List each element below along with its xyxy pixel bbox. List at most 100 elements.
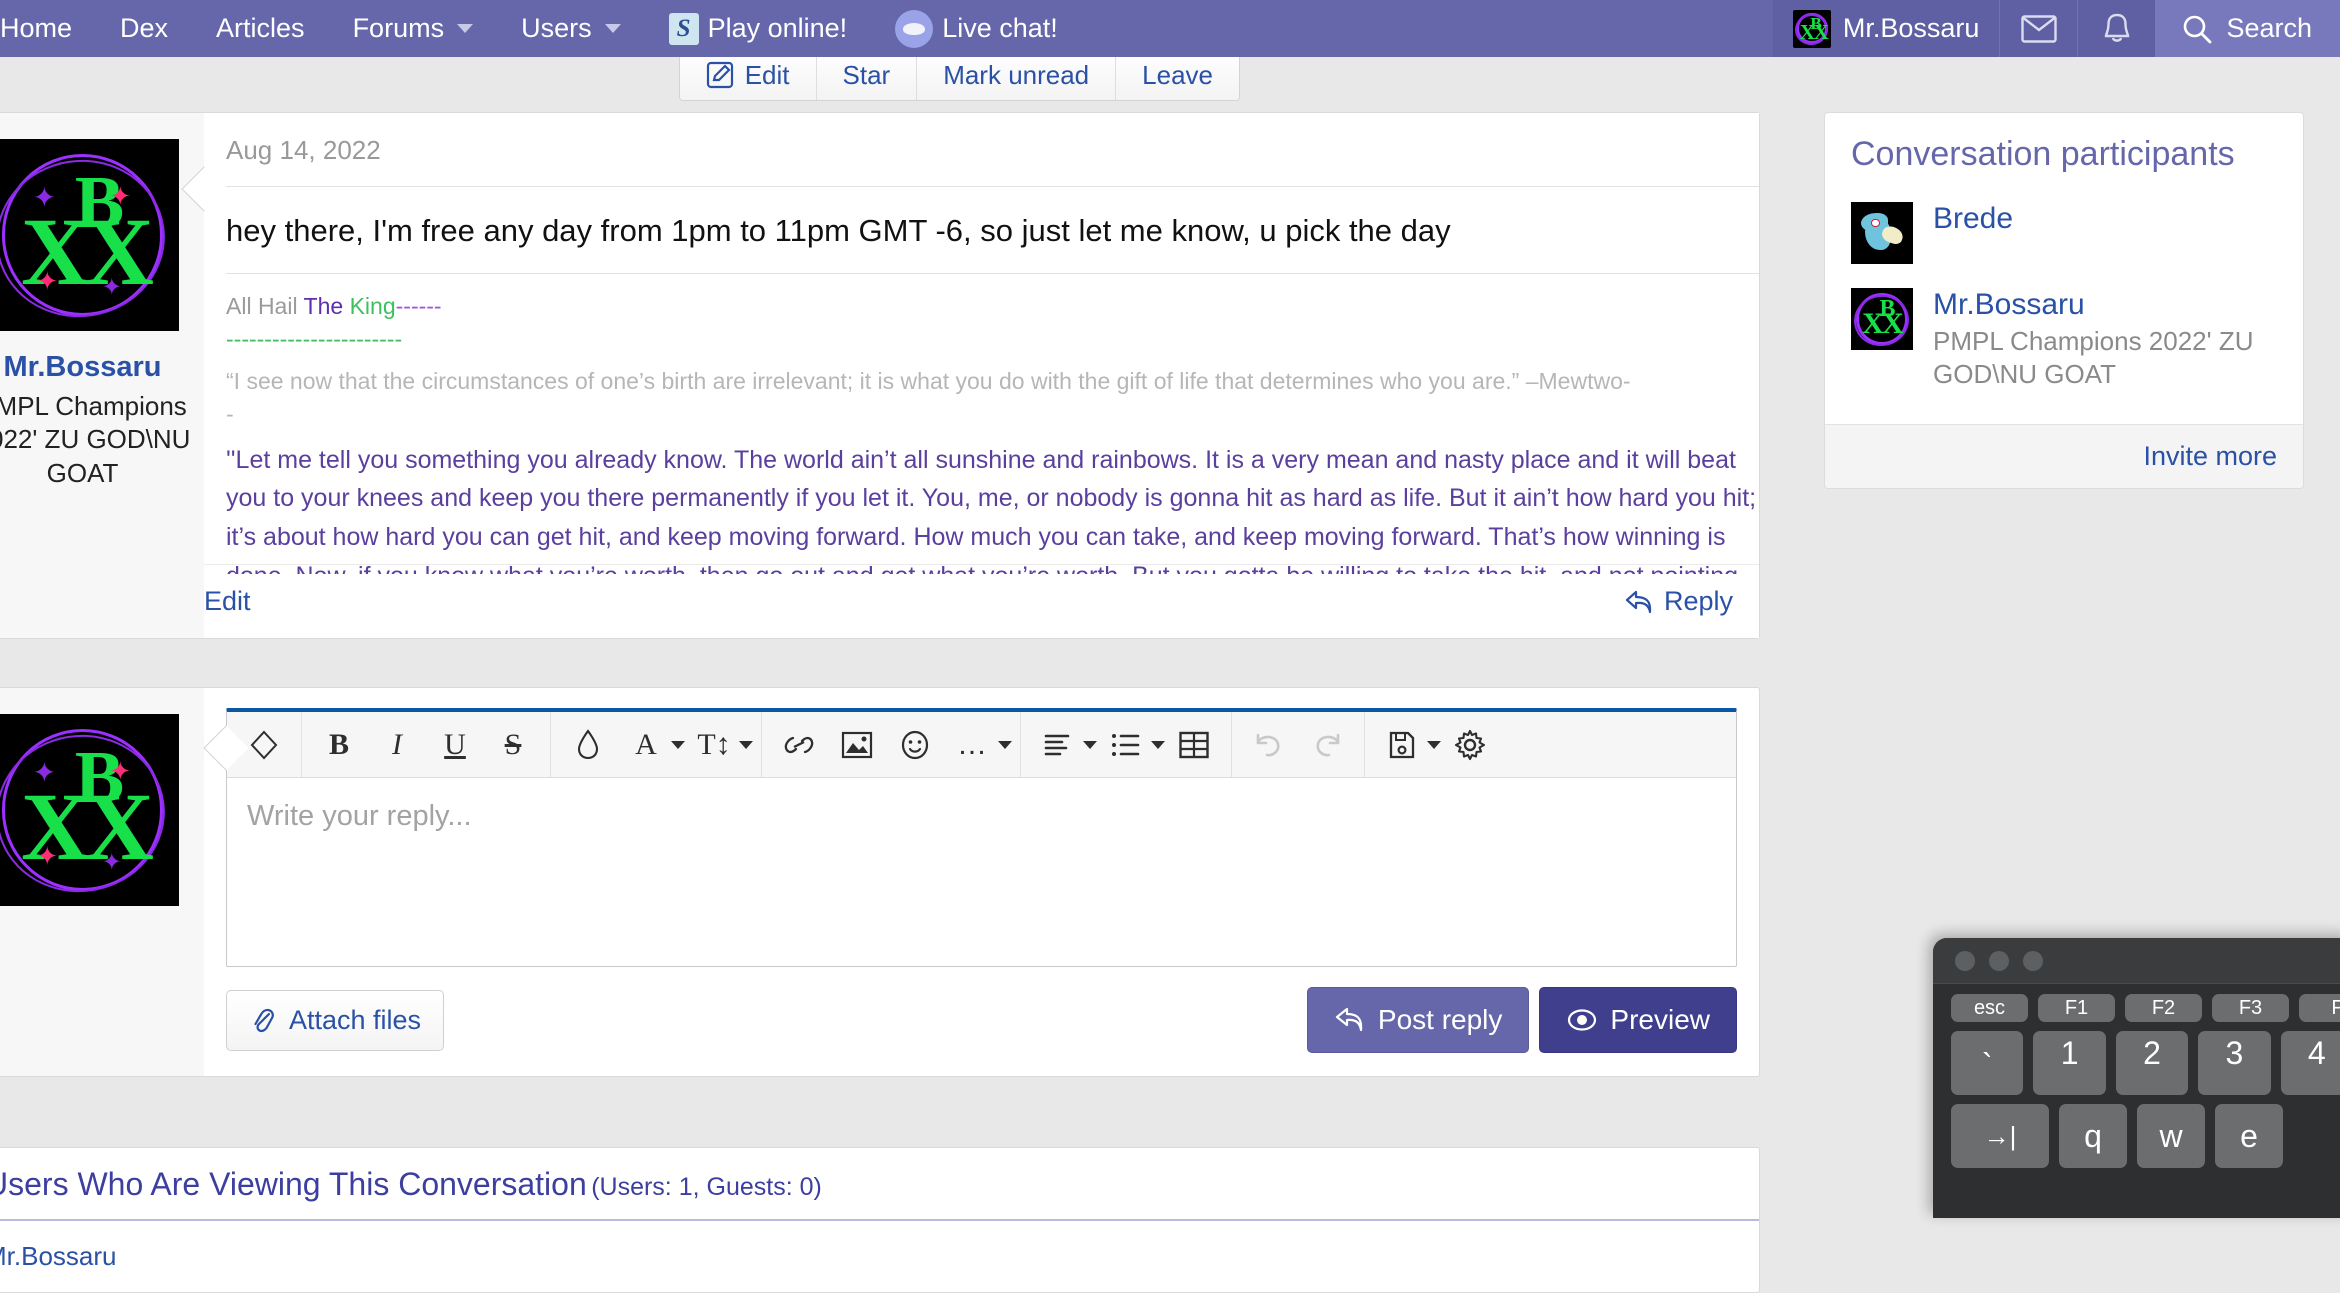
users-viewing-user[interactable]: Mr.Bossaru <box>0 1241 117 1271</box>
key-tab[interactable]: →| <box>1951 1104 2049 1168</box>
eye-icon <box>1568 1009 1597 1031</box>
keyboard-rows: esc F1 F2 F3 F ` 1 2 3 4 →| q w e <box>1933 984 2340 1168</box>
key-2[interactable]: 2 <box>2115 1031 2189 1095</box>
users-viewing-title[interactable]: Users Who Are Viewing This Conversation <box>0 1166 587 1202</box>
conversation-star-button[interactable]: Star <box>816 50 918 100</box>
post-reply-button[interactable]: Post reply <box>1306 987 1530 1053</box>
font-size-icon[interactable]: T↕ <box>685 716 743 774</box>
inbox-button[interactable] <box>1999 0 2078 57</box>
participant-name[interactable]: Mr.Bossaru <box>1933 288 2277 322</box>
search-icon <box>2184 15 2212 43</box>
undo-icon[interactable] <box>1240 716 1298 774</box>
key-f4[interactable]: F <box>2299 994 2340 1022</box>
redo-icon[interactable] <box>1298 716 1356 774</box>
participant-name[interactable]: Brede <box>1933 202 2013 236</box>
window-minimize-button[interactable] <box>1989 950 2009 971</box>
attach-label: Attach files <box>289 1004 422 1035</box>
edit-pencil-icon <box>706 61 733 89</box>
participants-title: Conversation participants <box>1851 135 2235 173</box>
bullet-list-shape <box>1112 733 1140 756</box>
gear-shape <box>1454 729 1486 760</box>
window-maximize-button[interactable] <box>2023 950 2043 971</box>
message-edit-link[interactable]: Edit <box>204 586 251 617</box>
gear-icon[interactable] <box>1441 716 1499 774</box>
key-esc[interactable]: esc <box>1951 994 2028 1022</box>
conversation-leave-button[interactable]: Leave <box>1116 50 1239 100</box>
nav-item-home[interactable]: Home <box>0 0 96 57</box>
search-button[interactable]: Search <box>2155 0 2340 57</box>
strikethrough-icon[interactable]: S <box>484 716 542 774</box>
insert-emoji-icon[interactable] <box>886 716 944 774</box>
underline-icon[interactable]: U <box>426 716 484 774</box>
sidebar-column: Conversation participants Brede B XX Mr.… <box>1824 57 2304 489</box>
reply-input[interactable]: Write your reply... <box>227 778 1736 966</box>
nav-item-forums[interactable]: Forums <box>329 0 498 57</box>
message-date[interactable]: Aug 14, 2022 <box>226 113 1759 186</box>
bold-icon[interactable]: B <box>310 716 368 774</box>
key-3[interactable]: 3 <box>2198 1031 2271 1095</box>
key-f3[interactable]: F3 <box>2212 994 2289 1022</box>
users-viewing-list: Mr.Bossaru <box>0 1221 1759 1292</box>
picture-shape <box>841 731 873 758</box>
nav-item-play-online[interactable]: S Play online! <box>645 0 872 57</box>
undo-arrow-shape <box>1256 733 1280 756</box>
italic-icon[interactable]: I <box>368 716 426 774</box>
avatar[interactable]: B XX ✦ ✦ ✦ ✦ <box>0 139 179 331</box>
message-reply-link[interactable]: Reply <box>1624 586 1733 617</box>
key-1[interactable]: 1 <box>2033 1031 2106 1095</box>
users-viewing-header: Users Who Are Viewing This Conversation … <box>0 1148 1759 1221</box>
preview-button[interactable]: Preview <box>1539 987 1737 1053</box>
draft-icon[interactable] <box>1373 716 1431 774</box>
remove-formatting-icon[interactable] <box>235 716 293 774</box>
insert-table-icon[interactable] <box>1165 716 1223 774</box>
nav-item-articles[interactable]: Articles <box>192 0 329 57</box>
invite-more-link[interactable]: Invite more <box>2143 441 2277 471</box>
button-label: Leave <box>1142 59 1213 90</box>
key-q[interactable]: q <box>2059 1104 2127 1168</box>
reply-editor-card: B XX ✦ ✦ ✦ ✦ B I U S A T↕ … Write your r… <box>0 687 1760 1077</box>
toolbar-group-inline: B I U S <box>302 712 551 777</box>
participant-title: PMPL Champions 2022' ZU GOD\NU GOAT <box>1933 326 2254 389</box>
droplet-shape <box>577 728 599 759</box>
key-f2[interactable]: F2 <box>2125 994 2202 1022</box>
nav-item-label: Dex <box>120 13 169 43</box>
button-label: Mark unread <box>943 59 1090 90</box>
reply-arrow-icon <box>1625 590 1652 613</box>
key-w[interactable]: w <box>2137 1104 2205 1168</box>
key-e[interactable]: e <box>2215 1104 2283 1168</box>
insert-image-icon[interactable] <box>828 716 886 774</box>
text-color-icon[interactable] <box>559 716 617 774</box>
keyboard-function-row: esc F1 F2 F3 F <box>1951 994 2340 1022</box>
nav-item-users[interactable]: Users <box>497 0 645 57</box>
key-backtick[interactable]: ` <box>1951 1031 2024 1095</box>
keyboard-letter-row: →| q w e <box>1951 1104 2340 1168</box>
key-f1[interactable]: F1 <box>2038 994 2115 1022</box>
nav-item-live-chat[interactable]: Live chat! <box>871 0 1082 57</box>
participants-panel: Conversation participants Brede B XX Mr.… <box>1824 112 2304 489</box>
window-close-button[interactable] <box>1955 950 1975 971</box>
toolbar-group-block <box>1021 712 1232 777</box>
text-align-icon[interactable] <box>1029 716 1087 774</box>
nav-item-dex[interactable]: Dex <box>96 0 192 57</box>
conversation-edit-button[interactable]: Edit <box>679 50 817 100</box>
key-4[interactable]: 4 <box>2280 1031 2340 1095</box>
avatar[interactable]: B XX ✦ ✦ ✦ ✦ <box>0 714 179 906</box>
bossaru-avatar[interactable]: B XX <box>1851 288 1913 350</box>
reply-footer: Attach files Post reply Preview <box>226 967 1737 1053</box>
insert-link-icon[interactable] <box>770 716 828 774</box>
more-options-icon[interactable]: … <box>944 716 1002 774</box>
reply-author-avatar-block: B XX ✦ ✦ ✦ ✦ <box>0 688 204 1076</box>
message-footer: Edit Reply <box>204 564 1759 638</box>
font-family-icon[interactable]: A <box>617 716 675 774</box>
conversation-mark-unread-button[interactable]: Mark unread <box>917 50 1117 100</box>
attach-files-button[interactable]: Attach files <box>226 989 445 1051</box>
signature-line-1: All Hail The King------ <box>226 293 442 319</box>
participants-list: Brede B XX Mr.Bossaru PMPL Champions 202… <box>1825 180 2303 424</box>
alerts-button[interactable] <box>2077 0 2156 57</box>
reply-placeholder: Write your reply... <box>247 800 472 832</box>
message-author-block: B XX ✦ ✦ ✦ ✦ Mr.Bossaru PMPL Champions 2… <box>0 113 204 638</box>
horsea-avatar[interactable] <box>1851 202 1913 264</box>
list-icon[interactable] <box>1097 716 1155 774</box>
nav-account-menu[interactable]: B XX Mr.Bossaru <box>1772 0 2000 57</box>
message-author-name[interactable]: Mr.Bossaru <box>4 351 162 384</box>
